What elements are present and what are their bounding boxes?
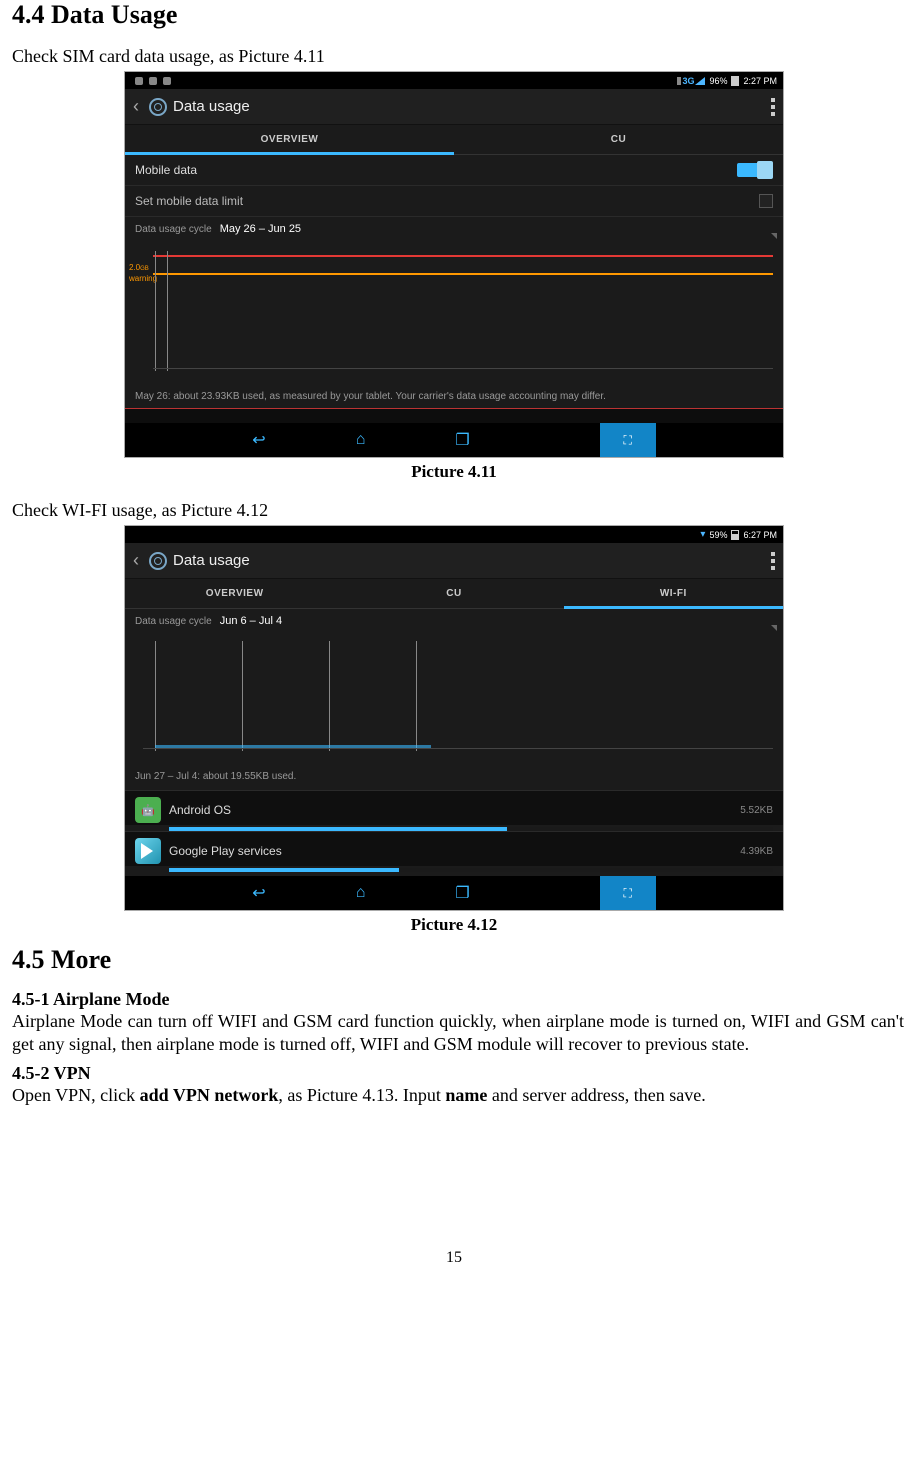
caption-4-12: Picture 4.12 <box>0 911 908 945</box>
usage-footnote: May 26: about 23.93KB used, as measured … <box>125 381 783 408</box>
title-bar: ‹ Data usage <box>125 89 783 125</box>
row-usage-cycle[interactable]: Data usage cycle Jun 6 – Jul 4 <box>125 609 783 633</box>
bottom-strip <box>125 408 783 423</box>
data-usage-chart[interactable]: 2.0GB warning <box>125 241 783 381</box>
app-name: Android OS <box>169 803 231 817</box>
chart-baseline <box>153 368 773 369</box>
mobile-data-toggle[interactable] <box>737 163 773 177</box>
para-4-5-1: Airplane Mode can turn off WIFI and GSM … <box>0 1010 908 1057</box>
range-handle-left[interactable] <box>155 251 156 371</box>
android-icon: 🤖 <box>135 797 161 823</box>
tab-wifi[interactable]: WI-FI <box>564 579 783 608</box>
usage-summary: Jun 27 – Jul 4: about 19.55KB used. <box>125 763 783 790</box>
section-4-4-title: 4.4 Data Usage <box>0 0 908 38</box>
app-size: 5.52KB <box>740 805 773 816</box>
grid-vline <box>155 641 156 751</box>
overflow-menu-icon[interactable] <box>771 552 775 570</box>
tabs: OVERVIEW CU <box>125 125 783 155</box>
overflow-menu-icon[interactable] <box>771 98 775 116</box>
nav-recents-icon[interactable]: ❐ <box>455 430 469 450</box>
intro-412: Check WI-FI usage, as Picture 4.12 <box>0 492 908 523</box>
spinner-chevron-icon[interactable] <box>771 625 777 631</box>
sub-4-5-1: 4.5-1 Airplane Mode <box>0 983 908 1010</box>
grid-vline <box>416 641 417 751</box>
para-4-5-2: Open VPN, click add VPN network, as Pict… <box>0 1084 908 1109</box>
spinner-chevron-icon[interactable] <box>771 233 777 239</box>
back-chevron-icon[interactable]: ‹ <box>133 96 149 117</box>
tabs: OVERVIEW CU WI-FI <box>125 579 783 609</box>
grid-vline <box>329 641 330 751</box>
app-size: 4.39KB <box>740 846 773 857</box>
app-usage-bar <box>169 868 773 872</box>
limit-checkbox[interactable] <box>759 194 773 208</box>
battery-percent: 96% <box>709 76 727 86</box>
data-usage-chart[interactable] <box>125 633 783 763</box>
warning-label: 2.0GB warning <box>129 263 157 283</box>
warning-line[interactable] <box>153 273 773 275</box>
nav-home-icon[interactable]: ⌂ <box>356 431 366 449</box>
system-nav-bar: ↩ ⌂ ❐ ⛶ <box>125 423 783 457</box>
sub-4-5-2: 4.5-2 VPN <box>0 1057 908 1084</box>
intro-411: Check SIM card data usage, as Picture 4.… <box>0 38 908 69</box>
limit-line[interactable] <box>153 255 773 257</box>
back-chevron-icon[interactable]: ‹ <box>133 550 149 571</box>
play-icon <box>135 838 161 864</box>
tab-cu[interactable]: CU <box>454 125 783 154</box>
status-icon <box>149 77 157 85</box>
settings-gear-icon[interactable] <box>149 98 167 116</box>
chart-baseline <box>143 748 773 749</box>
screenshot-4-12: ▾ 59% 6:27 PM ‹ Data usage OVERVIEW CU W… <box>124 525 784 911</box>
battery-icon <box>731 76 739 86</box>
battery-percent: 59% <box>709 530 727 540</box>
status-icon <box>135 77 143 85</box>
status-icon <box>163 77 171 85</box>
app-row-android-os[interactable]: 🤖 Android OS 5.52KB <box>125 790 783 831</box>
nav-back-icon[interactable]: ↩ <box>252 883 265 903</box>
screen-title: Data usage <box>173 98 250 115</box>
tab-overview[interactable]: OVERVIEW <box>125 579 344 608</box>
system-nav-bar: ↩ ⌂ ❐ ⛶ <box>125 876 783 910</box>
screenshot-4-11: 3G 96% 2:27 PM ‹ Data usage OVERVIEW CU … <box>124 71 784 458</box>
row-mobile-data[interactable]: Mobile data <box>125 155 783 186</box>
status-bar: 3G 96% 2:27 PM <box>125 72 783 89</box>
grid-vline <box>242 641 243 751</box>
page-number: 15 <box>0 1109 908 1267</box>
screen-title: Data usage <box>173 552 250 569</box>
app-usage-bar <box>169 827 773 831</box>
app-row-play-services[interactable]: Google Play services 4.39KB <box>125 831 783 872</box>
title-bar: ‹ Data usage <box>125 543 783 579</box>
clock: 2:27 PM <box>743 76 777 86</box>
row-usage-cycle[interactable]: Data usage cycle May 26 – Jun 25 <box>125 217 783 241</box>
battery-icon <box>731 530 739 540</box>
caption-4-11: Picture 4.11 <box>0 458 908 492</box>
clock: 6:27 PM <box>743 530 777 540</box>
row-set-limit[interactable]: Set mobile data limit <box>125 186 783 217</box>
settings-gear-icon[interactable] <box>149 552 167 570</box>
wifi-icon: ▾ <box>700 529 705 540</box>
nav-back-icon[interactable]: ↩ <box>252 430 265 450</box>
nav-recents-icon[interactable]: ❐ <box>455 883 469 903</box>
signal-3g-icon: 3G <box>677 76 705 86</box>
tab-overview[interactable]: OVERVIEW <box>125 125 454 154</box>
nav-screenshot-icon[interactable]: ⛶ <box>600 876 656 910</box>
tab-cu[interactable]: CU <box>344 579 563 608</box>
app-name: Google Play services <box>169 844 282 858</box>
nav-screenshot-icon[interactable]: ⛶ <box>600 423 656 457</box>
status-bar: ▾ 59% 6:27 PM <box>125 526 783 543</box>
range-handle-right[interactable] <box>167 251 168 371</box>
section-4-5-title: 4.5 More <box>0 945 908 983</box>
nav-home-icon[interactable]: ⌂ <box>356 884 366 902</box>
